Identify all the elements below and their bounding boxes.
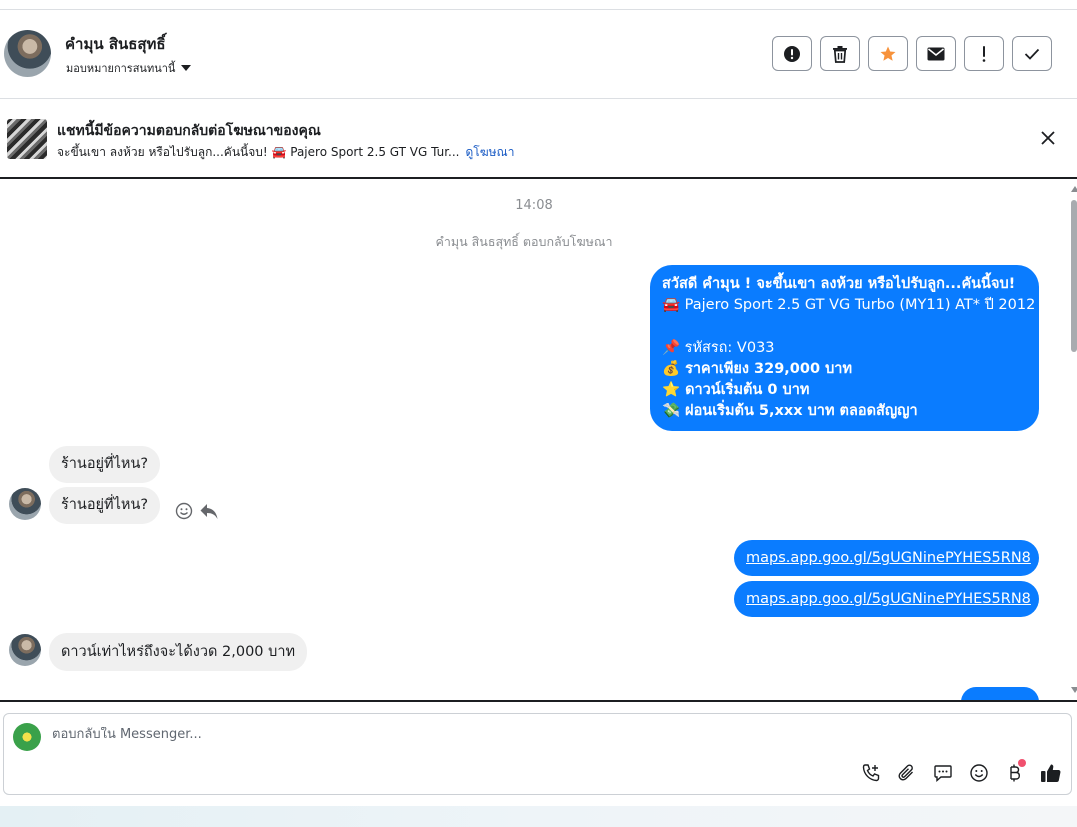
- ad-thumbnail[interactable]: [7, 119, 47, 159]
- star-button[interactable]: [868, 36, 908, 71]
- ad-snippet: จะขึ้นเขา ลงห้วย หรือไปรับลูก...คันนี้จบ…: [57, 145, 460, 159]
- view-ad-link[interactable]: ดูโฆษณา: [466, 143, 515, 162]
- page-avatar: [13, 723, 41, 751]
- header-actions: [772, 36, 1052, 71]
- assign-conversation-dropdown[interactable]: มอบหมายการสนทนานี้: [66, 59, 192, 77]
- thumbs-up-icon: [1041, 764, 1061, 782]
- ad-banner-title: แชทนี้มีข้อความตอบกลับต่อโฆษณาของคุณ: [57, 123, 321, 139]
- composer-divider: [0, 700, 1077, 702]
- star-icon: [880, 46, 896, 61]
- message-line: 🚘 Pajero Sport 2.5 GT VG Turbo (MY11) AT…: [662, 297, 1036, 314]
- saved-replies-button[interactable]: [931, 761, 955, 785]
- checkmark-icon: [1024, 48, 1040, 60]
- mark-unread-button[interactable]: [916, 36, 956, 71]
- done-button[interactable]: [1012, 36, 1052, 71]
- message-hover-actions: [175, 502, 219, 520]
- chat-bubble-icon: [934, 765, 952, 783]
- message-thread[interactable]: 14:08 คำมุน สินธสุทธิ์ ตอบกลับโฆษณา สวัส…: [0, 181, 1077, 700]
- exclamation-icon: [982, 45, 986, 62]
- message-input[interactable]: [52, 727, 652, 742]
- outgoing-ad-message[interactable]: สวัสดี คำมุน ! จะขึ้นเขา ลงห้วย หรือไปรั…: [650, 265, 1039, 431]
- map-link-message[interactable]: maps.app.goo.gl/5gUGNinePYHES5RN8: [734, 540, 1039, 576]
- delete-button[interactable]: [820, 36, 860, 71]
- message-line: 💸 ผ่อนเริ่มต้น 5,xxx บาท ตลอดสัญญา: [662, 403, 918, 420]
- incoming-message[interactable]: ดาวน์เท่าไหร่ถึงจะได้งวด 2,000 บาท: [49, 633, 308, 671]
- scroll-down-arrow-icon[interactable]: [1071, 687, 1077, 693]
- envelope-icon: [927, 47, 945, 60]
- notification-dot: [1018, 759, 1026, 767]
- incoming-message[interactable]: ร้านอยู่ที่ไหน?: [49, 446, 161, 483]
- contact-name[interactable]: คำมุน สินธสุทธิ์: [65, 32, 166, 56]
- scroll-up-arrow-icon[interactable]: [1071, 186, 1077, 192]
- assign-label: มอบหมายการสนทนานี้: [66, 62, 176, 75]
- composer-tools: [859, 759, 1063, 785]
- phone-plus-icon: [862, 764, 880, 782]
- conversation-header: คำมุน สินธสุทธิ์ มอบหมายการสนทนานี้: [0, 10, 1077, 99]
- message-line: ⭐ ดาวน์เริ่มต้น 0 บาท: [662, 382, 810, 399]
- emoji-button[interactable]: [967, 761, 991, 785]
- ad-reply-banner: แชทนี้มีข้อความตอบกลับต่อโฆษณาของคุณ จะข…: [0, 99, 1077, 179]
- sender-avatar: [9, 488, 41, 520]
- message-line: 📌 รหัสรถ: V033: [662, 339, 775, 356]
- incoming-message[interactable]: ร้านอยู่ที่ไหน?: [49, 487, 161, 524]
- smiley-icon: [970, 764, 988, 782]
- ad-banner-subtitle: จะขึ้นเขา ลงห้วย หรือไปรับลูก...คันนี้จบ…: [57, 143, 514, 162]
- sender-avatar: [9, 634, 41, 666]
- reply-arrow-icon[interactable]: [199, 502, 219, 520]
- alert-circle-icon: [784, 45, 800, 62]
- react-smiley-icon[interactable]: [175, 502, 193, 520]
- call-button[interactable]: [859, 761, 883, 785]
- map-link-message[interactable]: maps.app.goo.gl/5gUGNinePYHES5RN8: [734, 581, 1039, 617]
- page-footer-strip: [0, 806, 1077, 827]
- ad-reply-note: คำมุน สินธสุทธิ์ ตอบกลับโฆษณา: [435, 234, 613, 249]
- follow-up-button[interactable]: [964, 36, 1004, 71]
- reply-composer: [3, 713, 1072, 795]
- spam-button[interactable]: [772, 36, 812, 71]
- payment-button[interactable]: [1003, 759, 1027, 785]
- contact-avatar[interactable]: [4, 30, 51, 77]
- attach-button[interactable]: [895, 761, 919, 785]
- outgoing-message-partial[interactable]: [961, 687, 1039, 700]
- trash-icon: [833, 45, 847, 63]
- scrollbar-thumb[interactable]: [1071, 200, 1077, 352]
- close-icon[interactable]: [1039, 129, 1057, 147]
- paperclip-icon: [898, 764, 913, 781]
- message-line: สวัสดี คำมุน ! จะขึ้นเขา ลงห้วย หรือไปรั…: [662, 276, 1016, 292]
- like-button[interactable]: [1039, 761, 1063, 785]
- message-timestamp: 14:08: [515, 198, 553, 213]
- message-line: 💰 ราคาเพียง 329,000 บาท: [662, 360, 853, 377]
- caret-down-icon: [181, 65, 192, 71]
